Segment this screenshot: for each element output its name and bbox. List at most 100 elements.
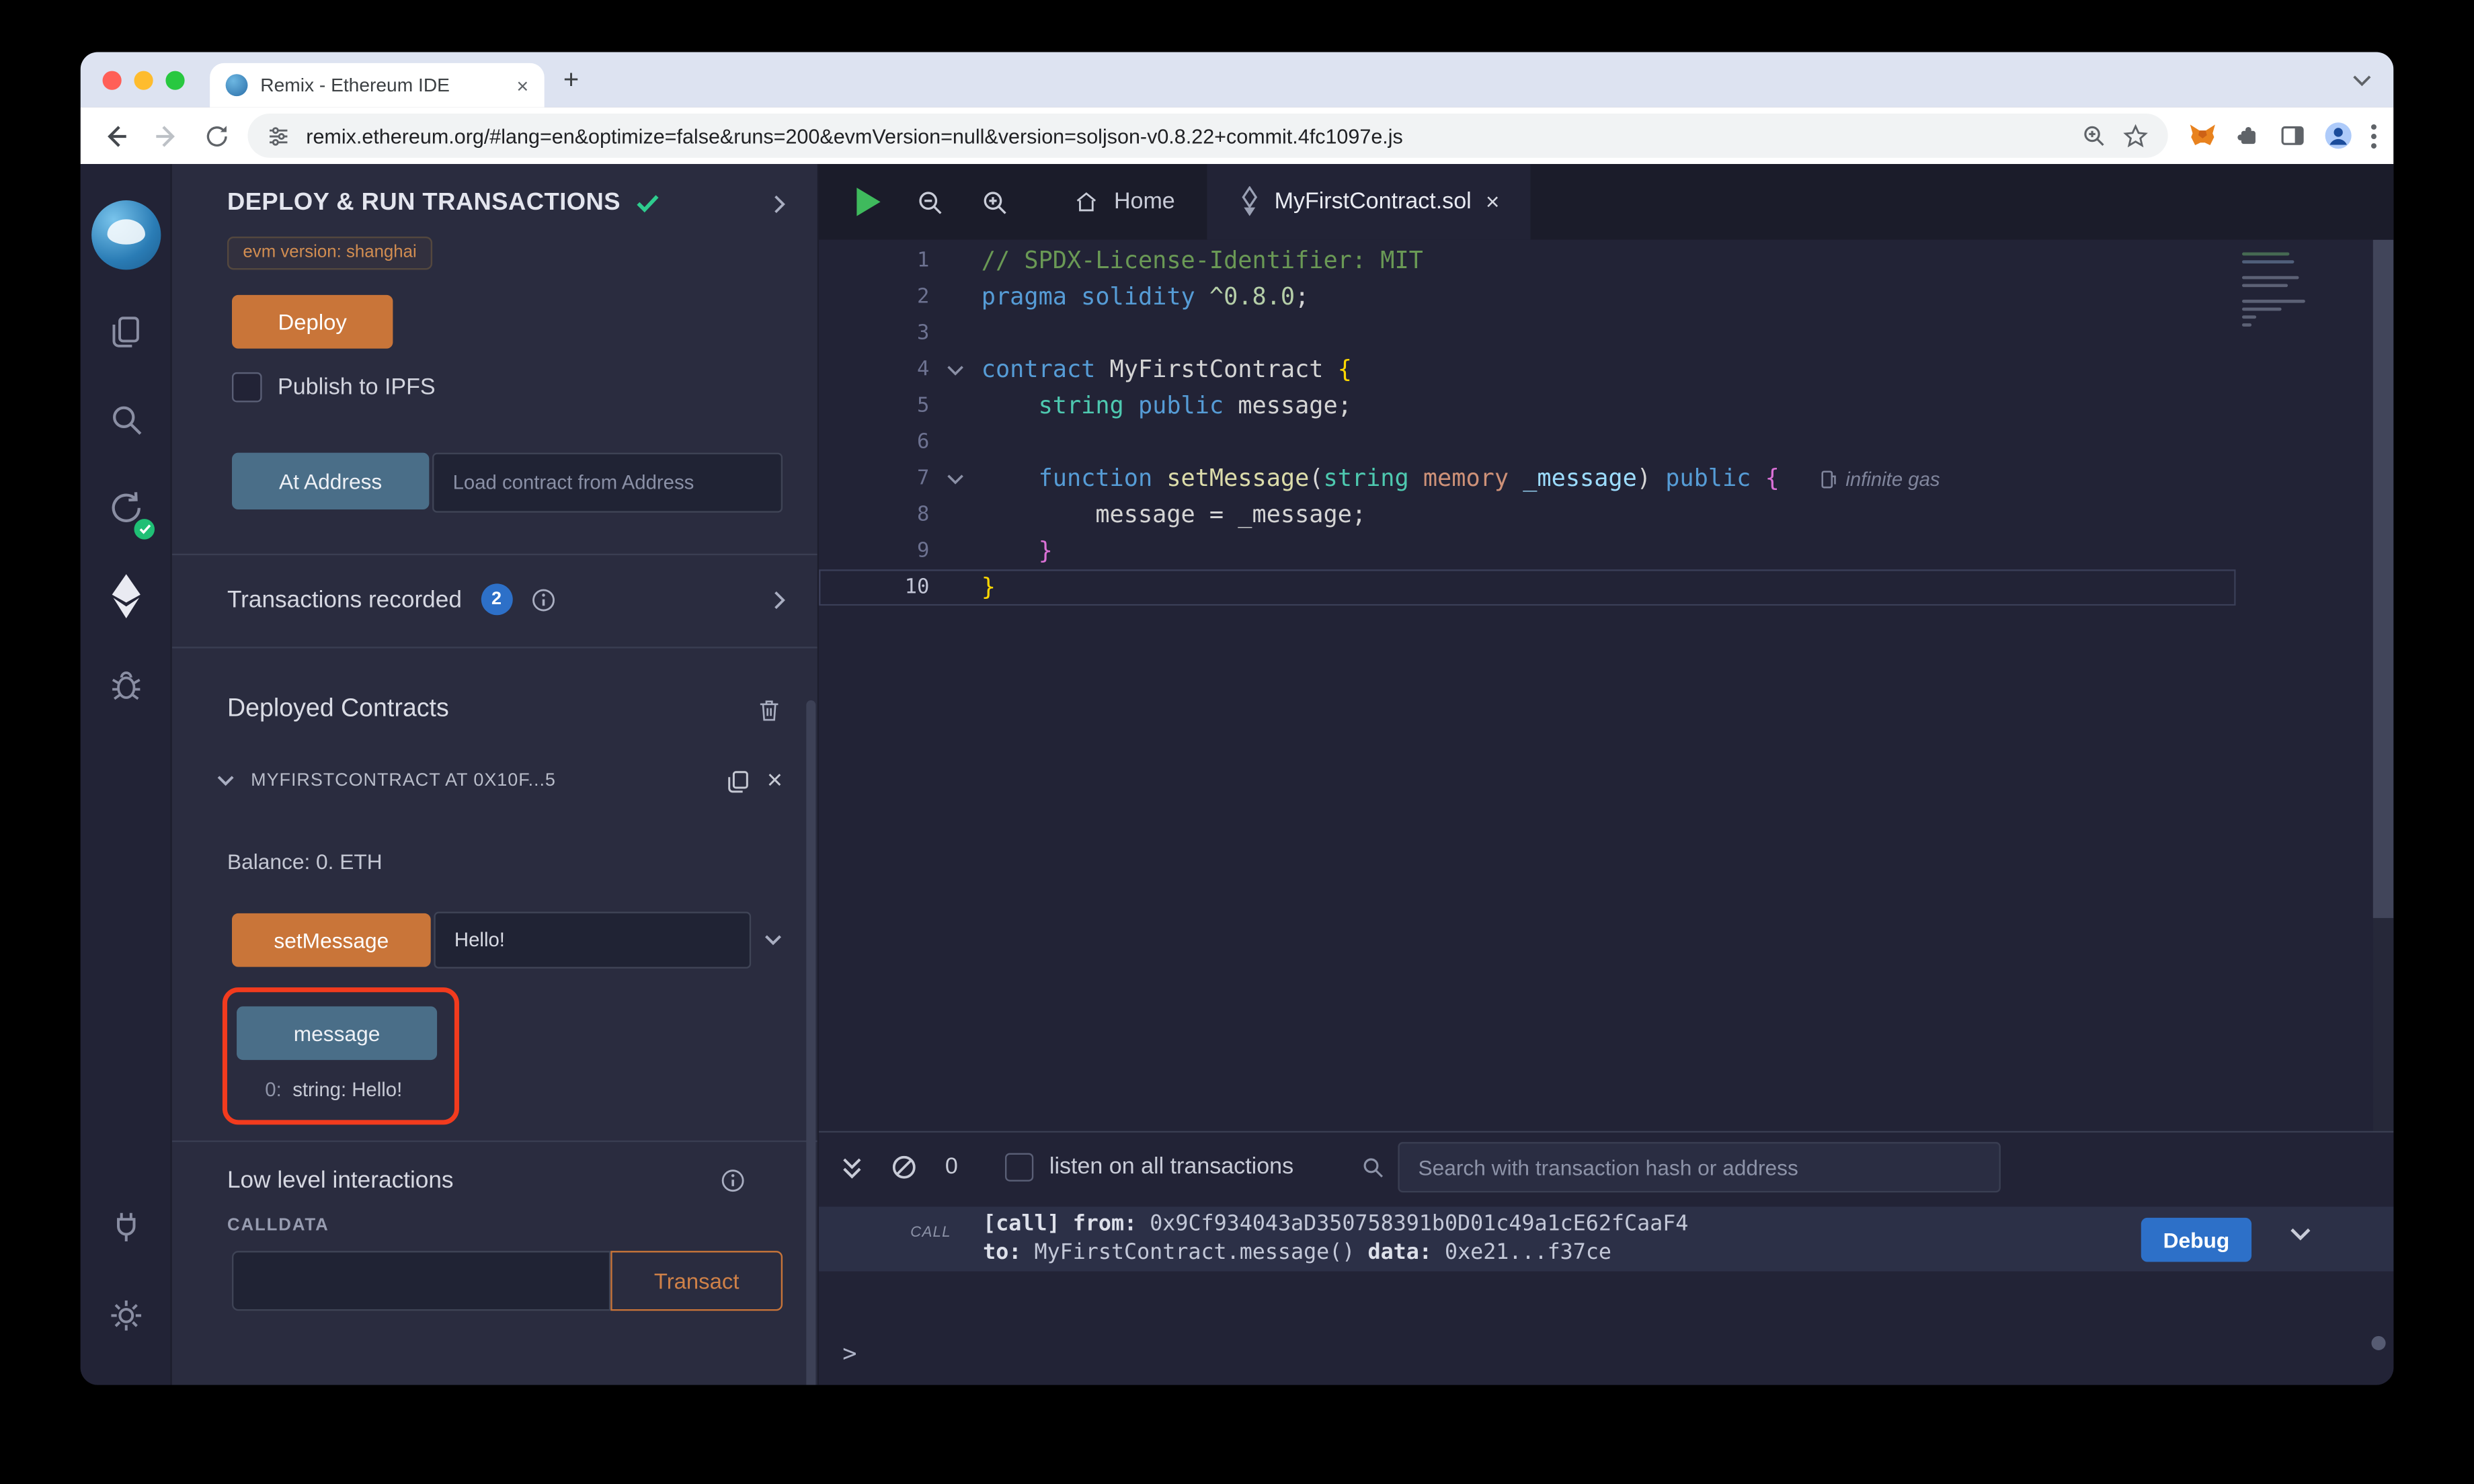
expand-terminal-icon[interactable] [841,1155,863,1179]
terminal-search-icon [1360,1155,1386,1180]
scrollbar-thumb[interactable] [2373,240,2394,918]
solidity-file-icon [1238,186,1261,218]
clear-console-icon[interactable] [891,1155,917,1180]
deploy-run-panel: DEPLOY & RUN TRANSACTIONS evm version: s… [172,164,819,1385]
fold-chevron-icon[interactable] [929,472,981,485]
deploy-button[interactable]: Deploy [232,295,393,349]
panel-expand-icon[interactable] [773,194,786,214]
publish-ipfs-row: Publish to IPFS [232,372,817,403]
message-button[interactable]: message [237,1006,437,1060]
tab-file-label: MyFirstContract.sol [1275,190,1472,215]
setmessage-expand-icon[interactable] [764,934,783,946]
panel-scrollbar[interactable] [806,700,815,1385]
contract-close-icon[interactable]: × [767,765,783,796]
info-icon[interactable] [721,1169,745,1192]
line-number: 10 [819,576,929,600]
setmessage-button[interactable]: setMessage [232,913,431,967]
deployed-contract-header: MYFIRSTCONTRACT AT 0X10F...5 × [216,765,783,796]
file-explorer-icon[interactable] [81,287,171,375]
terminal-prompt[interactable]: > [842,1339,856,1368]
line-number: 4 [819,358,929,382]
minimap[interactable] [2242,253,2305,331]
profile-avatar[interactable] [2323,120,2354,151]
solidity-compiler-icon[interactable] [81,464,171,552]
code-text: } [982,569,996,606]
code-line: 6 [819,424,2236,460]
omnibox[interactable]: remix.ethereum.org/#lang=en&optimize=fal… [247,114,2167,158]
gas-annotation: infinite gas [1821,468,1940,490]
search-icon[interactable] [81,376,171,464]
at-address-button[interactable]: At Address [232,453,429,509]
browser-window: Remix - Ethereum IDE × + remix. [81,52,2394,1385]
contract-collapse-icon[interactable] [216,774,235,787]
log-line-1: [call] from: 0x9Cf934043aD350758391b0D01… [983,1210,1688,1238]
line-number: 2 [819,286,929,309]
copy-address-icon[interactable] [724,768,751,794]
debug-button[interactable]: Debug [2141,1218,2251,1262]
deploy-run-icon[interactable] [81,552,171,640]
side-panel-icon[interactable] [2278,122,2307,150]
forward-icon[interactable] [147,117,184,155]
zoom-icon[interactable] [2081,123,2107,149]
editor-scrollbar[interactable] [2373,240,2394,1131]
debugger-icon[interactable] [81,641,171,729]
tab-close-icon[interactable]: × [516,75,528,95]
run-script-icon[interactable] [856,188,880,216]
info-icon[interactable] [531,587,555,611]
close-window-button[interactable] [103,70,122,89]
zoom-window-button[interactable] [165,70,184,89]
editor-tabbar: Home MyFirstContract.sol × [819,164,2393,240]
tab-home[interactable]: Home [1041,164,1207,240]
code-line: 10} [819,569,2236,606]
panel-title: DEPLOY & RUN TRANSACTIONS [227,190,621,218]
extensions-puzzle-icon[interactable] [2234,122,2262,150]
fold-chevron-icon[interactable] [929,364,981,376]
message-result: 0: string: Hello! [265,1079,442,1101]
remix-app: DEPLOY & RUN TRANSACTIONS evm version: s… [81,164,2394,1385]
reload-icon[interactable] [197,117,235,155]
editor-actions [819,164,1041,240]
terminal-log-entry[interactable]: CALL [call] from: 0x9Cf934043aD350758391… [819,1206,2393,1271]
toolbar-extensions [2180,120,2377,151]
transactions-expand-icon[interactable] [773,589,786,610]
settings-gear-icon[interactable] [81,1272,171,1360]
code-line: 9 } [819,533,2236,569]
line-number: 1 [819,249,929,273]
terminal-search-input[interactable] [1398,1142,2001,1192]
trash-icon[interactable] [756,696,783,724]
tab-home-label: Home [1114,190,1175,215]
site-info-icon[interactable] [267,124,290,147]
code-text: function setMessage(string memory _messa… [982,460,1780,497]
browser-tab[interactable]: Remix - Ethereum IDE × [210,63,545,108]
zoom-out-icon[interactable] [915,187,945,217]
listen-all-checkbox[interactable] [1005,1153,1033,1182]
remix-logo-icon[interactable] [81,183,171,287]
transact-button[interactable]: Transact [610,1251,783,1311]
zoom-in-icon[interactable] [980,187,1010,217]
bookmark-star-icon[interactable] [2122,122,2149,149]
code-editor[interactable]: 1// SPDX-License-Identifier: MIT2pragma … [819,240,2393,1131]
setmessage-input[interactable] [434,912,751,968]
tab-search-button[interactable] [2352,52,2371,107]
deployed-contracts-title: Deployed Contracts [227,696,449,724]
window-controls [103,52,185,107]
log-expand-icon[interactable] [2289,1227,2311,1241]
terminal-toolbar: 0 listen on all transactions [819,1132,2393,1202]
terminal-scroll-dot [2371,1336,2385,1350]
at-address-input[interactable] [432,453,783,513]
code-line: 8 message = _message; [819,497,2236,533]
desktop: Remix - Ethereum IDE × + remix. [0,0,2474,1484]
plugin-manager-icon[interactable] [81,1183,171,1271]
url-text[interactable]: remix.ethereum.org/#lang=en&optimize=fal… [306,124,2065,147]
calldata-input[interactable] [232,1251,610,1311]
tab-file-close-icon[interactable]: × [1486,188,1500,215]
browser-menu-icon[interactable] [2370,122,2378,149]
new-tab-button[interactable]: + [563,52,579,107]
tab-myfirstcontract[interactable]: MyFirstContract.sol × [1207,164,1531,240]
transactions-recorded-row[interactable]: Transactions recorded 2 [172,555,817,643]
metamask-icon[interactable] [2187,121,2219,151]
code-line: 5 string public message; [819,388,2236,424]
back-icon[interactable] [96,117,134,155]
publish-ipfs-checkbox[interactable] [232,372,262,403]
minimize-window-button[interactable] [134,70,153,89]
